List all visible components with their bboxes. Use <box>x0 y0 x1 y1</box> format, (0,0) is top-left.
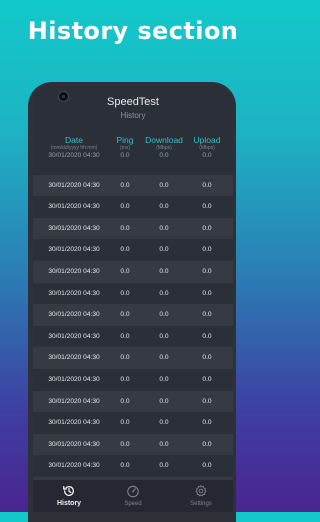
date-cell: 30/01/2020 04:30 <box>48 332 100 340</box>
upload-cell: 0.0 <box>202 462 212 470</box>
download-cell: 0.0 <box>159 267 169 275</box>
ping-cell: 0.0 <box>120 332 130 340</box>
download-cell: 0.0 <box>159 354 169 362</box>
upload-cell: 0.0 <box>202 224 212 232</box>
date-cell: 30/01/2020 04:30 <box>48 181 100 189</box>
date-cell: 30/01/2020 04:30 <box>48 311 100 319</box>
bottom-nav: History Speed Settings <box>33 480 233 512</box>
date-cell: 30/01/2020 04:30 <box>48 375 100 383</box>
table-row[interactable]: 30/01/2020 04:30 0.0 0.0 0.0 <box>33 347 233 369</box>
download-cell: 0.0 <box>159 311 169 319</box>
table-row[interactable]: 30/01/2020 04:30 0.0 0.0 0.0 <box>33 196 233 218</box>
ping-cell: 0.0 <box>120 246 130 254</box>
download-cell: 0.0 <box>159 181 169 189</box>
column-upload-label: Upload <box>193 135 221 145</box>
table-row[interactable]: 30/01/2020 04:30 0.0 0.0 0.0 <box>33 369 233 391</box>
date-cell: 30/01/2020 04:30 <box>48 203 100 211</box>
table-row[interactable]: 30/01/2020 04:30 0.0 0.0 0.0 <box>33 455 233 477</box>
table-row[interactable]: 30/01/2020 04:30 0.0 0.0 0.0 <box>33 152 233 175</box>
column-date-label: Date <box>65 135 83 145</box>
ping-cell: 0.0 <box>120 267 130 275</box>
column-upload[interactable]: Upload (Mbps) <box>185 135 229 152</box>
table-row[interactable]: 30/01/2020 04:30 0.0 0.0 0.0 <box>33 433 233 456</box>
download-cell: 0.0 <box>159 152 169 159</box>
date-cell: 30/01/2020 04:30 <box>48 289 100 297</box>
app-title: SpeedTest <box>107 96 159 108</box>
table-row[interactable]: 30/01/2020 04:30 0.0 0.0 0.0 <box>33 412 233 434</box>
date-cell: 30/01/2020 04:30 <box>48 246 100 254</box>
ping-cell: 0.0 <box>120 224 130 232</box>
ping-cell: 0.0 <box>120 462 130 470</box>
column-ping[interactable]: Ping (ms) <box>109 135 141 152</box>
table-row[interactable]: 30/01/2020 04:30 0.0 0.0 0.0 <box>33 239 233 261</box>
date-cell: 30/01/2020 04:30 <box>48 224 100 232</box>
upload-cell: 0.0 <box>202 440 212 448</box>
upload-cell: 0.0 <box>202 397 212 405</box>
upload-cell: 0.0 <box>202 419 212 427</box>
screen-title: History <box>120 111 146 120</box>
table-row[interactable]: 30/01/2020 04:30 0.0 0.0 0.0 <box>33 304 233 326</box>
date-cell: 30/01/2020 04:30 <box>48 267 100 275</box>
date-cell: 30/01/2020 04:30 <box>48 354 100 362</box>
upload-cell: 0.0 <box>202 332 212 340</box>
date-cell: 30/01/2020 04:30 <box>48 152 100 159</box>
download-cell: 0.0 <box>159 289 169 297</box>
ping-cell: 0.0 <box>120 419 130 427</box>
table-row[interactable]: 30/01/2020 04:30 0.0 0.0 0.0 <box>33 390 233 413</box>
nav-history[interactable]: History <box>39 480 99 512</box>
history-list[interactable]: 30/01/2020 04:30 0.0 0.0 0.0 30/01/2020 04:3… <box>33 152 233 499</box>
ping-cell: 0.0 <box>120 203 130 211</box>
ping-cell: 0.0 <box>120 181 130 189</box>
column-download[interactable]: Download (Mbps) <box>141 135 187 152</box>
upload-cell: 0.0 <box>202 375 212 383</box>
ping-cell: 0.0 <box>120 397 130 405</box>
gear-icon <box>195 485 207 497</box>
download-cell: 0.0 <box>159 462 169 470</box>
upload-cell: 0.0 <box>202 246 212 254</box>
download-cell: 0.0 <box>159 397 169 405</box>
table-row[interactable]: 30/01/2020 04:30 0.0 0.0 0.0 <box>33 174 233 197</box>
download-cell: 0.0 <box>159 203 169 211</box>
upload-cell: 0.0 <box>202 152 212 159</box>
download-cell: 0.0 <box>159 224 169 232</box>
history-icon <box>63 485 75 497</box>
banner-title: History section <box>27 17 239 45</box>
upload-cell: 0.0 <box>202 311 212 319</box>
upload-cell: 0.0 <box>202 289 212 297</box>
download-cell: 0.0 <box>159 440 169 448</box>
nav-speed[interactable]: Speed <box>103 480 163 512</box>
upload-cell: 0.0 <box>202 267 212 275</box>
app-screen: SpeedTest History Date (mm/dd/yyyy hh:mm… <box>33 85 233 512</box>
date-cell: 30/01/2020 04:30 <box>48 440 100 448</box>
date-cell: 30/01/2020 04:30 <box>48 397 100 405</box>
table-row[interactable]: 30/01/2020 04:30 0.0 0.0 0.0 <box>33 217 233 240</box>
table-row[interactable]: 30/01/2020 04:30 0.0 0.0 0.0 <box>33 326 233 348</box>
upload-cell: 0.0 <box>202 354 212 362</box>
ping-cell: 0.0 <box>120 375 130 383</box>
ping-cell: 0.0 <box>120 354 130 362</box>
nav-settings-label: Settings <box>190 501 212 507</box>
nav-history-label: History <box>56 500 82 507</box>
table-row[interactable]: 30/01/2020 04:30 0.0 0.0 0.0 <box>33 260 233 283</box>
download-cell: 0.0 <box>159 332 169 340</box>
download-cell: 0.0 <box>159 246 169 254</box>
table-row[interactable]: 30/01/2020 04:30 0.0 0.0 0.0 <box>33 283 233 305</box>
nav-settings[interactable]: Settings <box>171 480 231 512</box>
ping-cell: 0.0 <box>120 311 130 319</box>
ping-cell: 0.0 <box>120 289 130 297</box>
speedometer-icon <box>127 485 139 498</box>
column-date[interactable]: Date (mm/dd/yyyy hh:mm) <box>37 135 111 152</box>
column-download-label: Download <box>145 135 183 145</box>
column-ping-label: Ping <box>116 135 134 145</box>
date-cell: 30/01/2020 04:30 <box>48 419 100 427</box>
upload-cell: 0.0 <box>202 203 212 211</box>
upload-cell: 0.0 <box>202 181 212 189</box>
download-cell: 0.0 <box>159 419 169 427</box>
ping-cell: 0.0 <box>120 152 130 159</box>
download-cell: 0.0 <box>159 375 169 383</box>
date-cell: 30/01/2020 04:30 <box>48 462 100 470</box>
nav-speed-label: Speed <box>124 501 142 507</box>
ping-cell: 0.0 <box>120 440 130 448</box>
